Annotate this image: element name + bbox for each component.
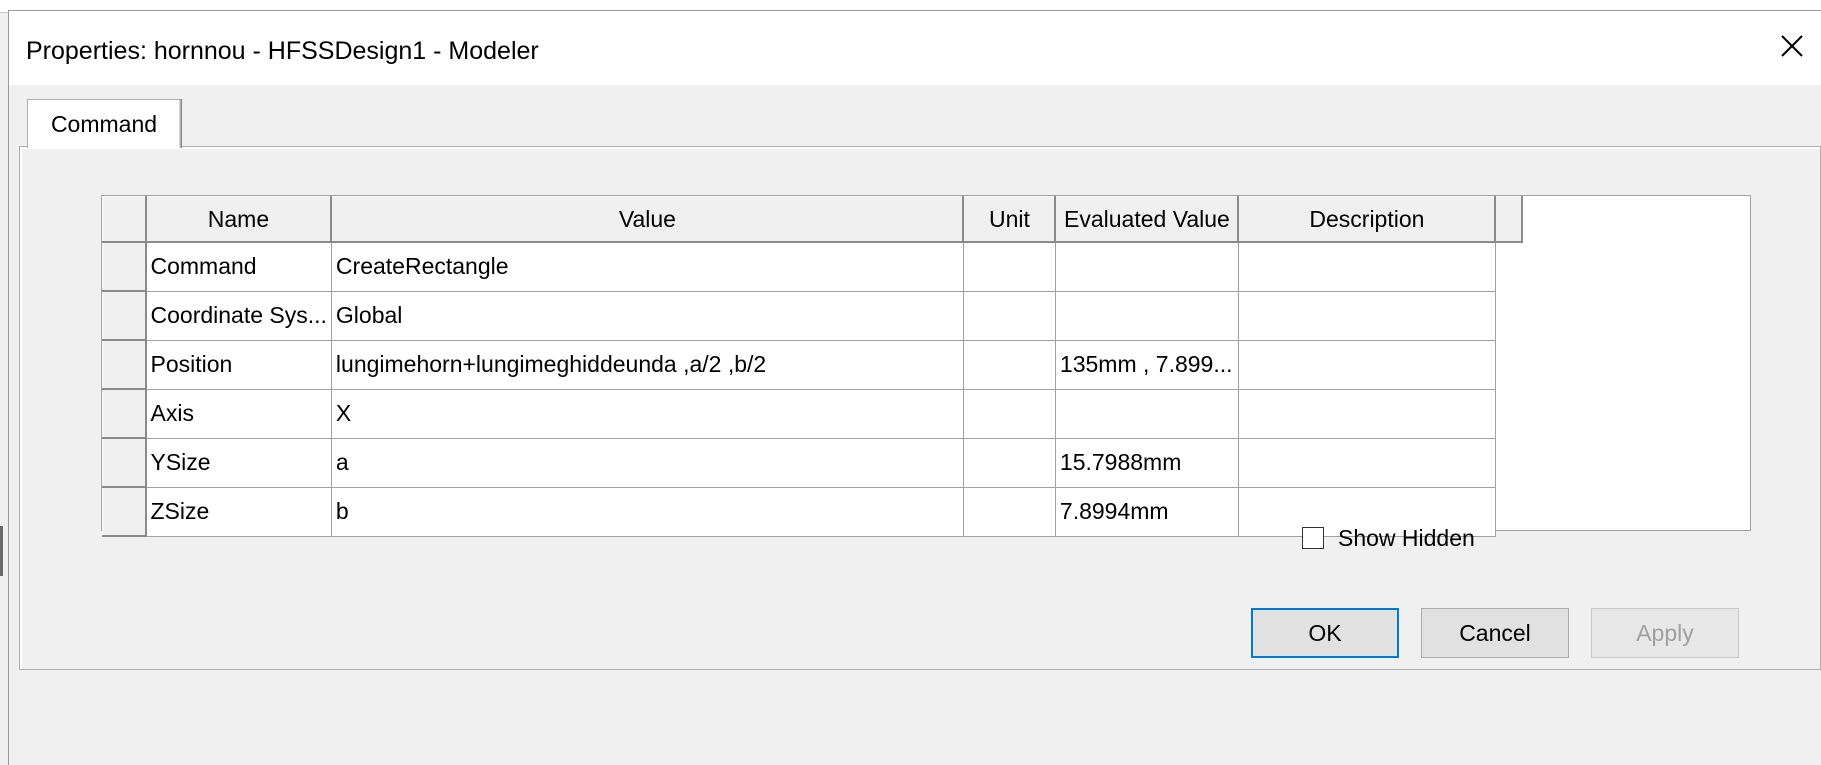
column-header-extra — [1494, 196, 1524, 243]
grid-header-row: Name Value Unit Evaluated Value Descript… — [102, 196, 1524, 243]
table-row[interactable]: YSize a 15.7988mm — [102, 437, 1523, 488]
column-header-name[interactable]: Name — [145, 196, 333, 243]
property-table: Name Value Unit Evaluated Value Descript… — [102, 196, 1524, 537]
table-row[interactable]: Coordinate Sys... Global — [102, 290, 1523, 341]
cell-evaluated: 7.8994mm — [1054, 486, 1239, 537]
cell-evaluated — [1054, 290, 1239, 341]
table-row[interactable]: Command CreateRectangle — [102, 241, 1523, 292]
column-header-evaluated-value[interactable]: Evaluated Value — [1054, 196, 1240, 243]
column-header-unit[interactable]: Unit — [962, 196, 1057, 243]
row-header[interactable] — [102, 388, 147, 439]
cell-name: YSize — [145, 437, 332, 488]
cell-value[interactable]: lungimehorn+lungimeghiddeunda ,a/2 ,b/2 — [330, 339, 964, 390]
table-row[interactable]: Axis X — [102, 388, 1523, 439]
cell-name: ZSize — [145, 486, 332, 537]
row-header[interactable] — [102, 290, 147, 341]
cell-value[interactable]: CreateRectangle — [330, 241, 964, 292]
ok-button[interactable]: OK — [1251, 608, 1399, 658]
row-header[interactable] — [102, 339, 147, 390]
background-edge-mark — [0, 526, 3, 576]
cell-value[interactable]: a — [330, 437, 964, 488]
close-icon — [1781, 35, 1803, 57]
table-row[interactable]: Position lungimehorn+lungimeghiddeunda ,… — [102, 339, 1523, 390]
cell-unit[interactable] — [962, 241, 1056, 292]
cell-value[interactable]: Global — [330, 290, 964, 341]
cell-unit[interactable] — [962, 290, 1056, 341]
cell-evaluated: 135mm , 7.899... — [1054, 339, 1239, 390]
cell-value[interactable]: b — [330, 486, 964, 537]
cell-evaluated — [1054, 241, 1239, 292]
cell-unit[interactable] — [962, 388, 1056, 439]
corner-header[interactable] — [102, 196, 147, 243]
cell-description[interactable] — [1237, 339, 1496, 390]
cell-name: Command — [145, 241, 332, 292]
cell-description[interactable] — [1237, 388, 1496, 439]
properties-dialog: Properties: hornnou - HFSSDesign1 - Mode… — [8, 10, 1821, 765]
cell-value[interactable]: X — [330, 388, 964, 439]
column-header-description[interactable]: Description — [1237, 196, 1497, 243]
cell-name: Position — [145, 339, 332, 390]
window-title: Properties: hornnou - HFSSDesign1 - Mode… — [26, 37, 539, 65]
show-hidden-checkbox[interactable] — [1302, 527, 1324, 549]
cell-name: Coordinate Sys... — [145, 290, 332, 341]
cell-evaluated: 15.7988mm — [1054, 437, 1239, 488]
column-header-value[interactable]: Value — [330, 196, 965, 243]
row-header[interactable] — [102, 241, 147, 292]
cell-unit[interactable] — [962, 486, 1056, 537]
cancel-button[interactable]: Cancel — [1421, 608, 1569, 658]
close-button[interactable] — [1762, 21, 1821, 71]
show-hidden-label: Show Hidden — [1338, 524, 1475, 551]
show-hidden-option[interactable]: Show Hidden — [1302, 522, 1475, 554]
row-header[interactable] — [102, 437, 147, 488]
cell-description[interactable] — [1237, 241, 1496, 292]
cell-description[interactable] — [1237, 437, 1496, 488]
cell-unit[interactable] — [962, 437, 1056, 488]
cell-description[interactable] — [1237, 290, 1496, 341]
cell-unit[interactable] — [962, 339, 1056, 390]
cell-name: Axis — [145, 388, 332, 439]
property-grid: Name Value Unit Evaluated Value Descript… — [101, 195, 1751, 537]
cell-evaluated — [1054, 388, 1239, 439]
row-header[interactable] — [102, 486, 147, 537]
title-bar[interactable]: Properties: hornnou - HFSSDesign1 - Mode… — [9, 11, 1821, 85]
tab-command[interactable]: Command — [27, 99, 181, 148]
apply-button[interactable]: Apply — [1591, 608, 1739, 658]
